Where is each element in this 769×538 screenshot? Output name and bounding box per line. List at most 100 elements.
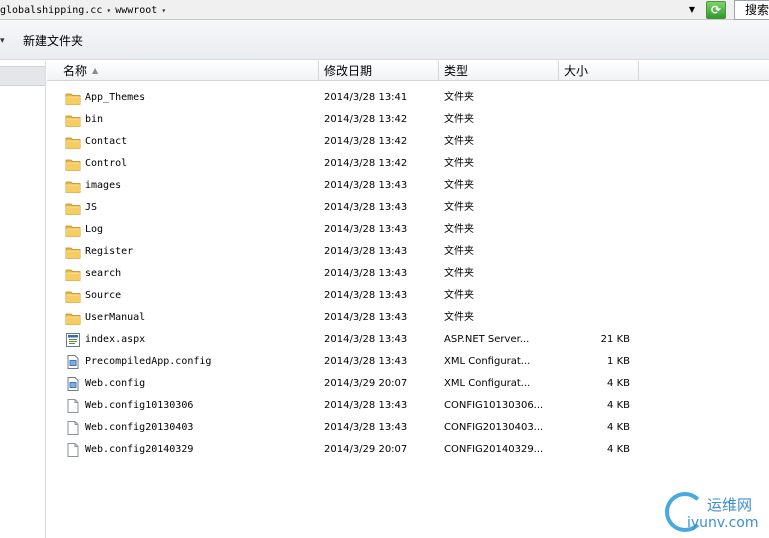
watermark-cn-text: 运维网 xyxy=(707,496,753,514)
file-type: 文件夹 xyxy=(444,114,474,125)
column-header-name[interactable]: 名称 ▲ xyxy=(47,61,319,81)
file-date: 2014/3/28 13:43 xyxy=(324,400,408,411)
file-name: JS xyxy=(85,202,98,213)
file-size: 4 KB xyxy=(607,400,630,411)
file-row[interactable]: images 2014/3/28 13:43 文件夹 xyxy=(47,175,769,197)
chevron-down-icon[interactable]: ▾ xyxy=(106,6,111,15)
file-type: CONFIG20130403... xyxy=(444,422,544,433)
file-size: 4 KB xyxy=(607,378,630,389)
file-type: 文件夹 xyxy=(444,180,474,191)
folder-icon xyxy=(65,112,81,128)
breadcrumb-item-globalshipping[interactable]: globalshipping.cc xyxy=(0,5,102,16)
navigation-pane[interactable] xyxy=(0,61,46,538)
folder-icon xyxy=(65,288,81,304)
column-header-date[interactable]: 修改日期 xyxy=(319,61,439,81)
folder-icon xyxy=(65,134,81,150)
column-header-type[interactable]: 类型 xyxy=(439,61,559,81)
file-row[interactable]: Web.config20140329 2014/3/29 20:07 CONFIG2… xyxy=(47,439,769,461)
file-date: 2014/3/28 13:43 xyxy=(324,312,408,323)
column-name-label: 名称 xyxy=(63,64,88,78)
file-type: ASP.NET Server... xyxy=(444,334,530,345)
file-row[interactable]: UserManual 2014/3/28 13:43 文件夹 xyxy=(47,307,769,329)
file-row[interactable]: Control 2014/3/28 13:42 文件夹 xyxy=(47,153,769,175)
file-row[interactable]: Log 2014/3/28 13:43 文件夹 xyxy=(47,219,769,241)
file-row[interactable]: Web.config20130403 2014/3/28 13:43 CONFIG2… xyxy=(47,417,769,439)
file-type: 文件夹 xyxy=(444,158,474,169)
folder-icon xyxy=(65,178,81,194)
file-name: images xyxy=(85,180,122,191)
file-row[interactable]: index.aspx 2014/3/28 13:43 ASP.NET Server.… xyxy=(47,329,769,351)
file-row[interactable]: PrecompiledApp.config 2014/3/28 13:43 XML … xyxy=(47,351,769,373)
file-date: 2014/3/28 13:43 xyxy=(324,334,408,345)
folder-icon xyxy=(65,222,81,238)
new-folder-button[interactable]: 新建文件夹 xyxy=(19,32,87,50)
folder-icon xyxy=(65,156,81,172)
file-name: bin xyxy=(85,114,104,125)
file-name: Web.config20130403 xyxy=(85,422,194,433)
file-size: 4 KB xyxy=(607,422,630,433)
file-date: 2014/3/28 13:43 xyxy=(324,180,408,191)
file-date: 2014/3/28 13:43 xyxy=(324,268,408,279)
file-name: Web.config20140329 xyxy=(85,444,194,455)
file-date: 2014/3/28 13:42 xyxy=(324,158,408,169)
file-type: 文件夹 xyxy=(444,224,474,235)
aspx-file-icon xyxy=(65,332,81,348)
file-type: 文件夹 xyxy=(444,202,474,213)
site-watermark-logo: 运维网 iyunv.com xyxy=(663,488,769,538)
file-row[interactable]: Register 2014/3/28 13:43 文件夹 xyxy=(47,241,769,263)
file-type: CONFIG10130306... xyxy=(444,400,544,411)
file-date: 2014/3/28 13:43 xyxy=(324,246,408,257)
file-name: PrecompiledApp.config xyxy=(85,356,212,367)
file-name: Source xyxy=(85,290,122,301)
file-name: UserManual xyxy=(85,312,146,323)
folder-icon xyxy=(65,266,81,282)
file-row[interactable]: search 2014/3/28 13:43 文件夹 xyxy=(47,263,769,285)
address-history-dropdown-icon[interactable]: ▼ xyxy=(686,3,698,17)
folder-icon xyxy=(65,310,81,326)
blank-file-icon xyxy=(65,398,81,414)
file-name: App_Themes xyxy=(85,92,146,103)
file-type: 文件夹 xyxy=(444,268,474,279)
file-name: search xyxy=(85,268,122,279)
file-row[interactable]: App_Themes 2014/3/28 13:41 文件夹 xyxy=(47,87,769,109)
nav-selected-item[interactable] xyxy=(0,66,45,86)
file-name: Register xyxy=(85,246,134,257)
file-date: 2014/3/28 13:42 xyxy=(324,114,408,125)
file-name: Control xyxy=(85,158,128,169)
file-row[interactable]: Contact 2014/3/28 13:42 文件夹 xyxy=(47,131,769,153)
file-type: 文件夹 xyxy=(444,136,474,147)
folder-icon xyxy=(65,200,81,216)
breadcrumb: globalshipping.cc ▾ wwwroot ▾ xyxy=(0,2,170,18)
address-bar: globalshipping.cc ▾ wwwroot ▾ ▼ ⟳ 搜索 xyxy=(0,0,769,20)
file-type: CONFIG20140329... xyxy=(444,444,544,455)
file-name: Contact xyxy=(85,136,128,147)
column-header-size[interactable]: 大小 xyxy=(559,61,639,81)
file-date: 2014/3/28 13:42 xyxy=(324,136,408,147)
search-input[interactable]: 搜索 xyxy=(734,0,769,20)
chevron-down-icon[interactable]: ▾ xyxy=(161,6,166,15)
file-row[interactable]: Source 2014/3/28 13:43 文件夹 xyxy=(47,285,769,307)
file-row[interactable]: Web.config10130306 2014/3/28 13:43 CONFIG1… xyxy=(47,395,769,417)
file-row[interactable]: JS 2014/3/28 13:43 文件夹 xyxy=(47,197,769,219)
file-date: 2014/3/28 13:43 xyxy=(324,224,408,235)
config-file-icon xyxy=(65,354,81,370)
refresh-button[interactable]: ⟳ xyxy=(706,1,726,19)
file-name: Log xyxy=(85,224,104,235)
file-row[interactable]: bin 2014/3/28 13:42 文件夹 xyxy=(47,109,769,131)
file-type: 文件夹 xyxy=(444,290,474,301)
blank-file-icon xyxy=(65,420,81,436)
file-type: XML Configurat... xyxy=(444,356,531,367)
file-date: 2014/3/29 20:07 xyxy=(324,378,408,389)
file-date: 2014/3/28 13:43 xyxy=(324,422,408,433)
file-row[interactable]: Web.config 2014/3/29 20:07 XML Configurat.… xyxy=(47,373,769,395)
refresh-icon: ⟳ xyxy=(710,3,722,17)
file-size: 21 KB xyxy=(600,334,630,345)
file-date: 2014/3/28 13:43 xyxy=(324,290,408,301)
breadcrumb-item-wwwroot[interactable]: wwwroot xyxy=(115,5,157,16)
chevron-down-icon[interactable]: ▾ xyxy=(0,36,5,46)
file-name: Web.config10130306 xyxy=(85,400,194,411)
file-type: 文件夹 xyxy=(444,312,474,323)
file-size: 4 KB xyxy=(607,444,630,455)
file-type: 文件夹 xyxy=(444,246,474,257)
file-name: Web.config xyxy=(85,378,146,389)
